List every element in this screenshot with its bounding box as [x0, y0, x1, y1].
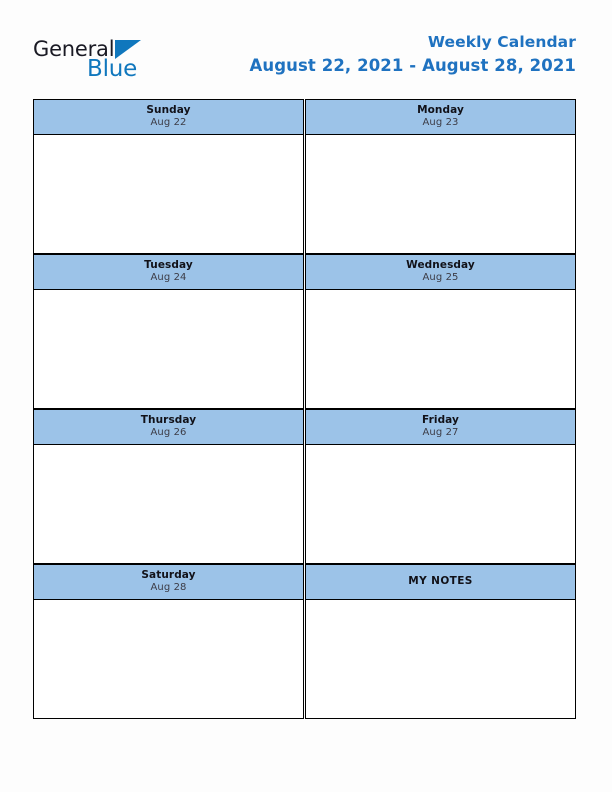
calendar-row: Saturday Aug 28 MY NOTES	[33, 564, 576, 719]
day-name-label: Wednesday	[406, 258, 475, 271]
day-body-monday[interactable]	[305, 135, 576, 254]
calendar-grid: Sunday Aug 22 Monday Aug 23 Tuesday Aug …	[33, 99, 576, 719]
day-body-friday[interactable]	[305, 445, 576, 564]
page-title: Weekly Calendar	[427, 33, 576, 51]
calendar-row: Thursday Aug 26 Friday Aug 27	[33, 409, 576, 564]
date-range-subtitle: August 22, 2021 - August 28, 2021	[249, 56, 576, 76]
logo-text-blue: Blue	[87, 56, 138, 82]
day-body-tuesday[interactable]	[33, 290, 304, 409]
notes-body[interactable]	[305, 600, 576, 719]
day-cell-friday[interactable]: Friday Aug 27	[305, 409, 576, 564]
day-cell-wednesday[interactable]: Wednesday Aug 25	[305, 254, 576, 409]
day-body-saturday[interactable]	[33, 600, 304, 719]
day-name-label: Thursday	[140, 413, 197, 426]
day-body-sunday[interactable]	[33, 135, 304, 254]
day-name-label: Sunday	[146, 103, 191, 116]
day-header-thursday: Thursday Aug 26	[33, 409, 304, 445]
page-header: General Blue Weekly Calendar August 22, …	[33, 33, 576, 91]
day-header-tuesday: Tuesday Aug 24	[33, 254, 304, 290]
day-body-wednesday[interactable]	[305, 290, 576, 409]
day-date-label: Aug 24	[150, 272, 187, 284]
day-header-friday: Friday Aug 27	[305, 409, 576, 445]
day-date-label: Aug 22	[150, 117, 187, 129]
day-name-label: Saturday	[141, 568, 196, 581]
general-blue-logo: General Blue	[33, 37, 213, 89]
weekly-calendar-page: General Blue Weekly Calendar August 22, …	[0, 0, 612, 792]
day-name-label: Tuesday	[144, 258, 193, 271]
notes-cell[interactable]: MY NOTES	[305, 564, 576, 719]
day-header-monday: Monday Aug 23	[305, 99, 576, 135]
title-block: Weekly Calendar August 22, 2021 - August…	[250, 33, 576, 77]
day-name-label: Monday	[417, 103, 464, 116]
day-cell-sunday[interactable]: Sunday Aug 22	[33, 99, 304, 254]
calendar-row: Sunday Aug 22 Monday Aug 23	[33, 99, 576, 254]
day-header-sunday: Sunday Aug 22	[33, 99, 304, 135]
day-cell-tuesday[interactable]: Tuesday Aug 24	[33, 254, 304, 409]
day-date-label: Aug 27	[422, 427, 459, 439]
calendar-row: Tuesday Aug 24 Wednesday Aug 25	[33, 254, 576, 409]
day-name-label: Friday	[421, 413, 459, 426]
day-date-label: Aug 25	[422, 272, 459, 284]
day-date-label: Aug 26	[150, 427, 187, 439]
day-cell-thursday[interactable]: Thursday Aug 26	[33, 409, 304, 564]
day-body-thursday[interactable]	[33, 445, 304, 564]
day-cell-saturday[interactable]: Saturday Aug 28	[33, 564, 304, 719]
day-date-label: Aug 28	[150, 582, 187, 594]
day-cell-monday[interactable]: Monday Aug 23	[305, 99, 576, 254]
day-header-wednesday: Wednesday Aug 25	[305, 254, 576, 290]
notes-label: MY NOTES	[408, 575, 473, 588]
day-date-label: Aug 23	[422, 117, 459, 129]
day-header-saturday: Saturday Aug 28	[33, 564, 304, 600]
logo-bottom-row: Blue	[87, 56, 138, 82]
notes-header: MY NOTES	[305, 564, 576, 600]
